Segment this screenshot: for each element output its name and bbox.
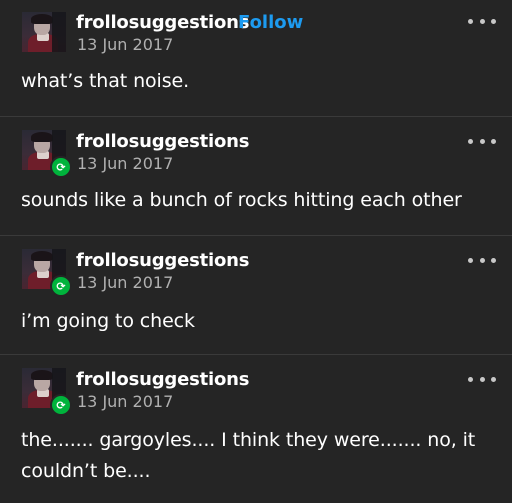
avatar[interactable]	[22, 12, 66, 52]
post-text: i’m going to check	[21, 310, 195, 332]
post-username[interactable]: frollosuggestions	[76, 131, 249, 152]
post-text: what’s that noise.	[21, 70, 190, 92]
more-options-icon[interactable]	[468, 14, 496, 28]
reblog-thread: frollosuggestions Follow 13 Jun 2017 wha…	[0, 0, 512, 503]
reblog-icon: ⟳	[50, 156, 72, 178]
post-text: sounds like a bunch of rocks hitting eac…	[21, 189, 462, 211]
post: ⟳ frollosuggestions 13 Jun 2017 i’m goin…	[0, 236, 512, 354]
post: ⟳ frollosuggestions 13 Jun 2017 the.....…	[0, 355, 512, 503]
reblog-icon: ⟳	[50, 275, 72, 297]
post-text: the....... gargoyles.... I think they we…	[21, 429, 476, 482]
post-date[interactable]: 13 Jun 2017	[77, 273, 173, 292]
reblog-icon: ⟳	[50, 394, 72, 416]
more-options-icon[interactable]	[468, 134, 496, 148]
post-date[interactable]: 13 Jun 2017	[77, 154, 173, 173]
more-options-icon[interactable]	[468, 253, 496, 267]
post: ⟳ frollosuggestions 13 Jun 2017 sounds l…	[0, 117, 512, 235]
post-username[interactable]: frollosuggestions	[76, 250, 249, 271]
post-date[interactable]: 13 Jun 2017	[77, 35, 173, 54]
post-username[interactable]: frollosuggestions	[76, 12, 249, 33]
more-options-icon[interactable]	[468, 372, 496, 386]
post: frollosuggestions Follow 13 Jun 2017 wha…	[0, 0, 512, 116]
post-username[interactable]: frollosuggestions	[76, 369, 249, 390]
post-date[interactable]: 13 Jun 2017	[77, 392, 173, 411]
follow-button[interactable]: Follow	[238, 12, 303, 33]
